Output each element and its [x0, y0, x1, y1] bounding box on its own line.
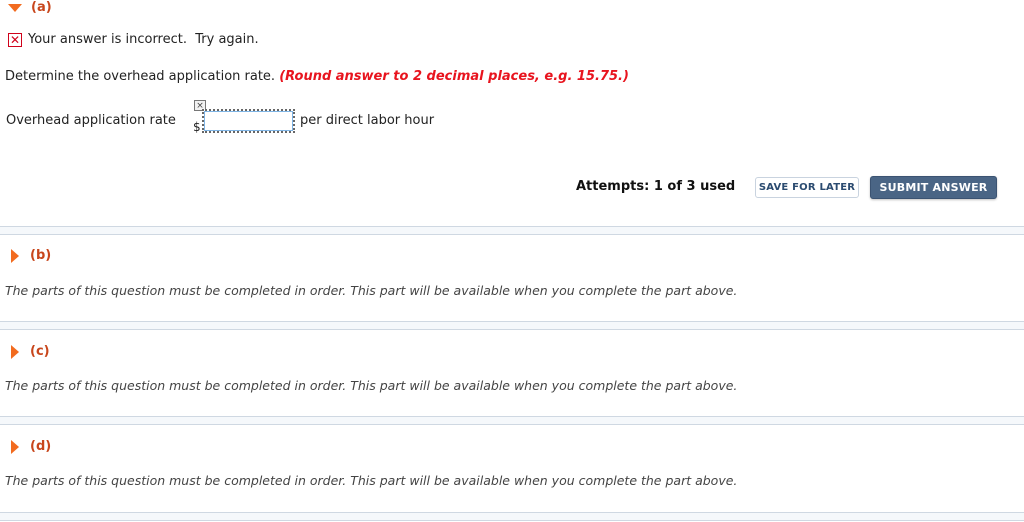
section-divider — [0, 321, 1024, 330]
overhead-rate-input[interactable] — [202, 109, 295, 133]
part-a-label: (a) — [31, 0, 52, 15]
part-b-locked-message: The parts of this question must be compl… — [5, 283, 738, 298]
incorrect-x-icon: ✕ — [8, 32, 22, 47]
unit-label: per direct labor hour — [300, 113, 435, 128]
part-c-locked-message: The parts of this question must be compl… — [5, 378, 738, 393]
feedback-message: ✕ Your answer is incorrect. Try again. — [8, 32, 259, 47]
question-prompt: Determine the overhead application rate. — [5, 69, 280, 84]
part-b-label: (b) — [30, 248, 52, 263]
part-b-header[interactable]: (b) — [8, 248, 51, 263]
section-divider — [0, 512, 1024, 521]
feedback-text: Your answer is incorrect. Try again. — [28, 32, 259, 47]
question-text: Determine the overhead application rate.… — [5, 69, 629, 84]
section-divider — [0, 416, 1024, 425]
part-a-header[interactable]: (a) — [8, 0, 52, 15]
submit-answer-button[interactable]: SUBMIT ANSWER — [870, 176, 997, 199]
expand-triangle-icon[interactable] — [11, 248, 19, 263]
section-divider — [0, 226, 1024, 235]
expand-triangle-icon[interactable] — [11, 344, 19, 359]
answer-label: Overhead application rate — [6, 113, 176, 128]
part-d-header[interactable]: (d) — [8, 439, 51, 454]
collapse-triangle-icon[interactable] — [8, 3, 22, 12]
part-d-label: (d) — [30, 439, 52, 454]
attempts-counter: Attempts: 1 of 3 used — [576, 179, 736, 194]
part-c-header[interactable]: (c) — [8, 344, 50, 359]
part-c-label: (c) — [30, 344, 50, 359]
part-d-locked-message: The parts of this question must be compl… — [5, 473, 738, 488]
currency-symbol: $ — [193, 120, 201, 134]
expand-triangle-icon[interactable] — [11, 439, 19, 454]
rounding-hint: (Round answer to 2 decimal places, e.g. … — [279, 69, 629, 84]
save-for-later-button[interactable]: SAVE FOR LATER — [755, 177, 859, 198]
